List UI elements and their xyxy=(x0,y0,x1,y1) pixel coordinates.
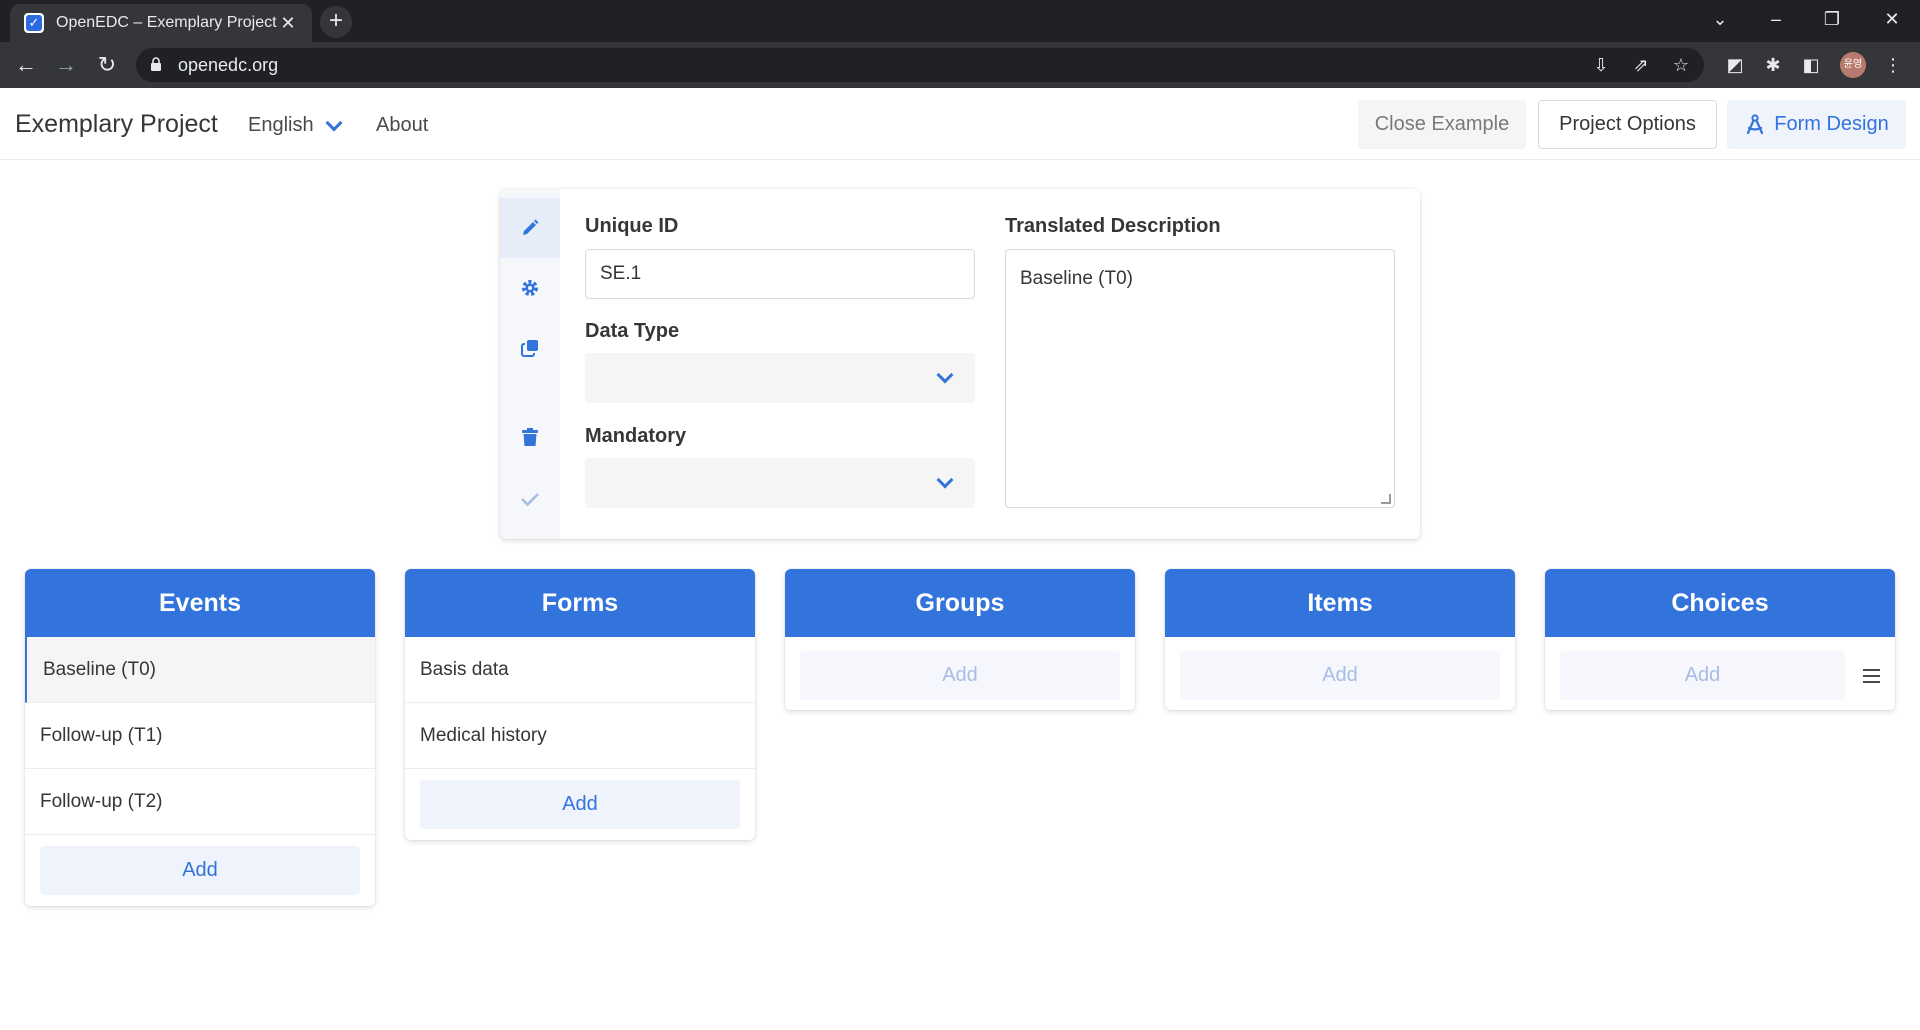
forward-icon[interactable]: → xyxy=(50,49,82,81)
project-title[interactable]: Exemplary Project xyxy=(15,110,218,139)
list-item[interactable]: Basis data xyxy=(405,637,755,703)
element-editor-panel: Unique ID SE.1 Data Type Mandatory Trans… xyxy=(500,189,1420,539)
data-type-select[interactable] xyxy=(585,353,975,403)
add-form-button[interactable]: Add xyxy=(420,780,740,829)
new-tab-button[interactable]: + xyxy=(320,6,352,38)
gear-icon[interactable] xyxy=(500,258,560,318)
groups-header: Groups xyxy=(785,569,1135,637)
translated-description-textarea[interactable]: Baseline (T0) xyxy=(1005,249,1395,508)
compass-drafting-icon xyxy=(1747,113,1764,134)
about-link[interactable]: About xyxy=(376,114,428,137)
favicon-check-icon: ✓ xyxy=(24,13,44,33)
add-event-button[interactable]: Add xyxy=(40,846,360,895)
profile-avatar[interactable]: 윤영 xyxy=(1840,52,1866,78)
puzzle-icon[interactable]: ✱ xyxy=(1760,52,1786,78)
restore-icon[interactable]: ❐ xyxy=(1804,0,1860,40)
forms-header: Forms xyxy=(405,569,755,637)
data-type-label: Data Type xyxy=(585,320,680,342)
minimize-icon[interactable]: – xyxy=(1748,0,1804,40)
add-item-button[interactable]: Add xyxy=(1180,651,1500,700)
items-column: Items Add xyxy=(1165,569,1515,710)
back-icon[interactable]: ← xyxy=(10,49,42,81)
choices-column: Choices Add xyxy=(1545,569,1895,710)
events-column: Events Baseline (T0) Follow-up (T1) Foll… xyxy=(25,569,375,906)
share-icon[interactable]: ⇗ xyxy=(1630,54,1652,76)
chevron-down-icon xyxy=(325,114,343,131)
address-bar[interactable]: openedc.org ⇩ ⇗ ☆ xyxy=(136,48,1704,82)
menu-dots-icon[interactable]: ⋮ xyxy=(1880,52,1906,78)
url-text: openedc.org xyxy=(178,55,279,75)
bookmark-star-icon[interactable]: ☆ xyxy=(1670,54,1692,76)
pencil-icon[interactable] xyxy=(500,198,560,258)
copy-icon[interactable] xyxy=(500,318,560,378)
resize-handle[interactable] xyxy=(1381,494,1391,504)
project-options-button[interactable]: Project Options xyxy=(1538,100,1717,149)
unique-id-input[interactable]: SE.1 xyxy=(585,249,975,299)
list-item[interactable]: Baseline (T0) xyxy=(25,637,375,703)
side-panel-icon[interactable]: ◧ xyxy=(1798,52,1824,78)
list-item[interactable]: Follow-up (T2) xyxy=(25,769,375,835)
forms-column: Forms Basis data Medical history Add xyxy=(405,569,755,840)
chevron-down-icon xyxy=(936,366,954,384)
groups-column: Groups Add xyxy=(785,569,1135,710)
browser-tab-bar: ✓ OpenEDC – Exemplary Project ✕ + ⌄ – ❐ … xyxy=(0,0,1920,42)
form-design-button[interactable]: Form Design xyxy=(1727,100,1906,149)
items-add-row: Add xyxy=(1165,637,1515,710)
language-dropdown[interactable]: English xyxy=(248,114,343,137)
list-item[interactable]: Medical history xyxy=(405,703,755,769)
browser-toolbar: ← → ↻ openedc.org ⇩ ⇗ ☆ ◩ ✱ ◧ ⋮ xyxy=(0,42,1920,88)
trash-icon[interactable] xyxy=(500,407,560,467)
form-design-label: Form Design xyxy=(1774,113,1889,135)
menu-bars-icon[interactable] xyxy=(1845,668,1895,683)
tab-search-icon[interactable]: ⌄ xyxy=(1692,0,1748,40)
unique-id-label: Unique ID xyxy=(585,215,679,237)
choices-add-row: Add xyxy=(1545,637,1895,710)
items-header: Items xyxy=(1165,569,1515,637)
chevron-down-icon xyxy=(936,471,954,489)
extension-icon[interactable]: ◩ xyxy=(1722,52,1748,78)
groups-add-row: Add xyxy=(785,637,1135,710)
reload-icon[interactable]: ↻ xyxy=(91,49,123,81)
forms-add-row: Add xyxy=(405,769,755,840)
browser-tab[interactable]: ✓ OpenEDC – Exemplary Project ✕ xyxy=(10,4,312,42)
translated-description-label: Translated Description xyxy=(1005,215,1221,237)
close-tab-icon[interactable]: ✕ xyxy=(278,13,298,34)
check-icon[interactable] xyxy=(500,469,560,529)
install-icon[interactable]: ⇩ xyxy=(1590,54,1612,76)
choices-header: Choices xyxy=(1545,569,1895,637)
close-example-button[interactable]: Close Example xyxy=(1358,100,1526,149)
mandatory-label: Mandatory xyxy=(585,425,687,447)
tab-title: OpenEDC – Exemplary Project xyxy=(56,14,277,31)
list-item[interactable]: Follow-up (T1) xyxy=(25,703,375,769)
events-header: Events xyxy=(25,569,375,637)
app-navbar: Exemplary Project English About Close Ex… xyxy=(0,88,1920,160)
lock-icon xyxy=(151,57,161,71)
add-choice-button[interactable]: Add xyxy=(1560,651,1845,700)
description-text: Baseline (T0) xyxy=(1020,268,1133,289)
window-close-icon[interactable]: ✕ xyxy=(1864,0,1920,40)
events-add-row: Add xyxy=(25,835,375,906)
editor-sidebar xyxy=(500,189,560,539)
add-group-button[interactable]: Add xyxy=(800,651,1120,700)
mandatory-select[interactable] xyxy=(585,458,975,508)
language-label: English xyxy=(248,114,314,136)
